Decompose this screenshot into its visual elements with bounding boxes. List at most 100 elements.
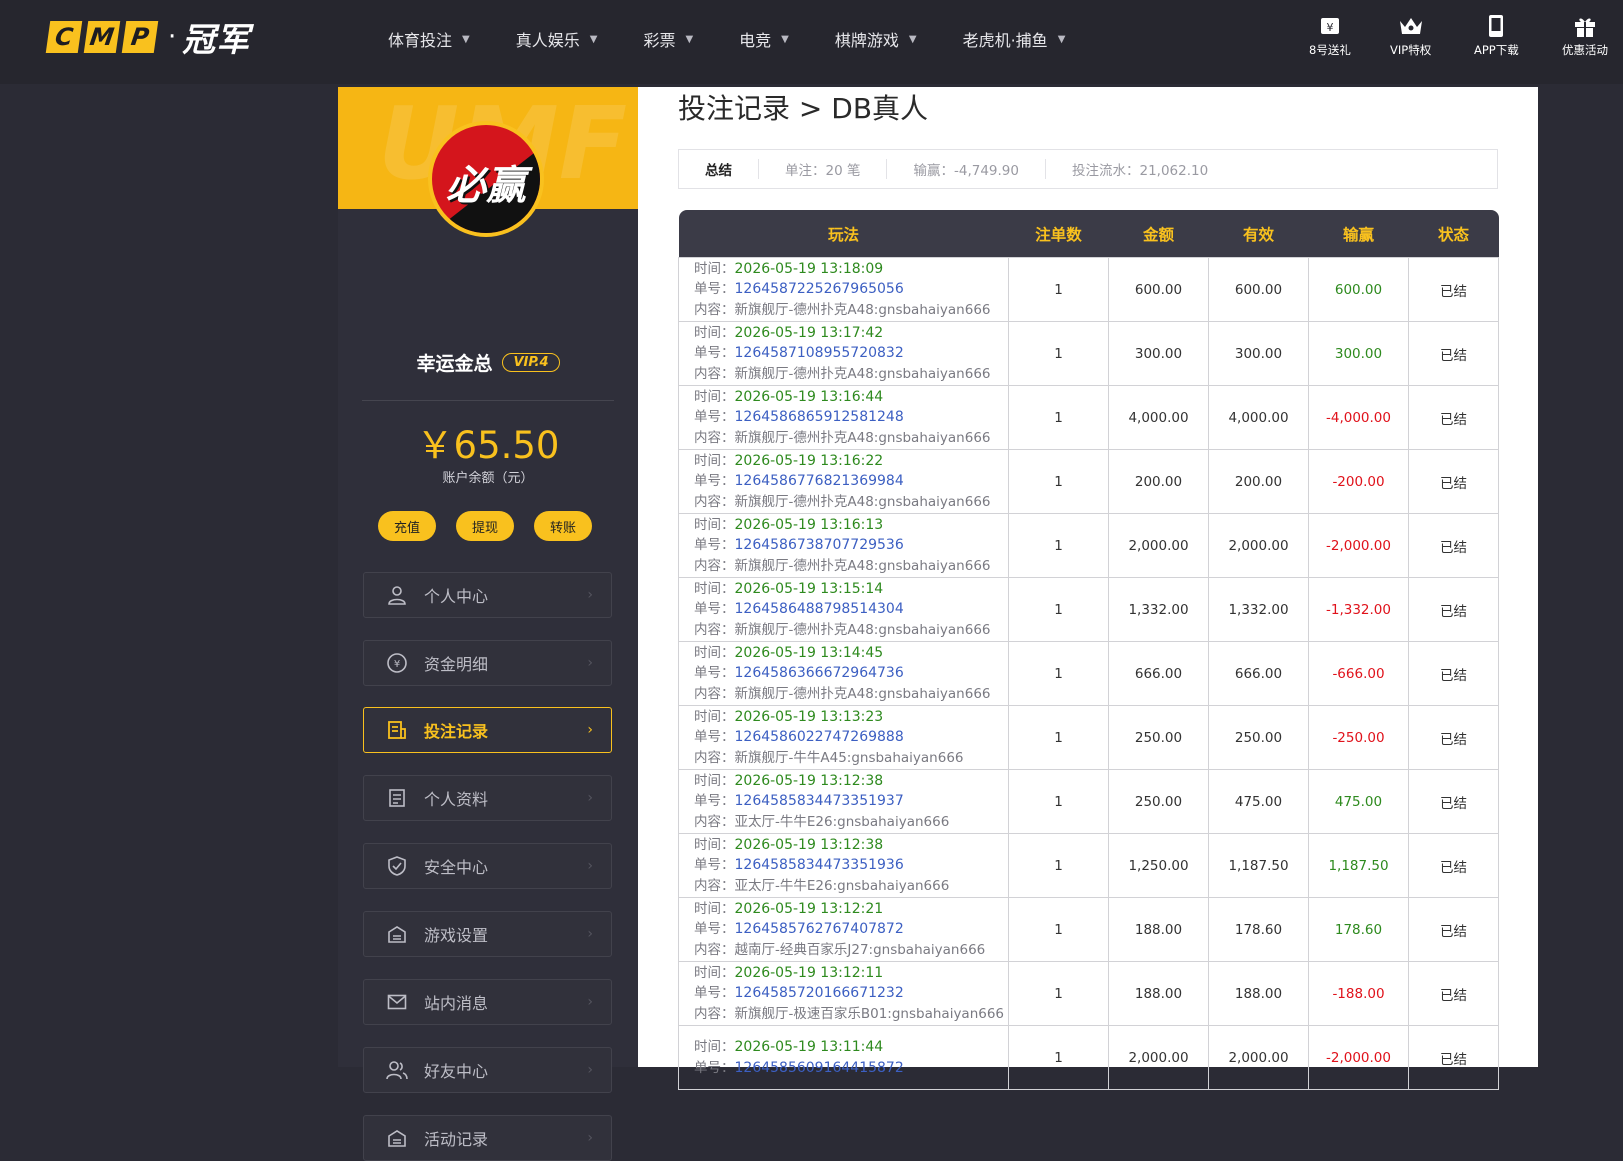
table-row: 时间：2026-05-19 13:15:14 单号：126458648879851… (678, 577, 1499, 642)
bet-info-cell: 时间：2026-05-19 13:12:38 单号：126458583447335… (678, 833, 1009, 898)
transfer-button[interactable]: 转账 (534, 511, 592, 541)
status-cell: 已结 (1408, 513, 1499, 578)
bet-time: 2026-05-19 13:12:38 (734, 772, 884, 789)
sidebar-item-friends[interactable]: 好友中心 › (363, 1047, 612, 1093)
valid-amount-cell: 178.60 (1208, 897, 1309, 962)
order-number-link[interactable]: 1264587225267965056 (735, 281, 904, 297)
order-number-link[interactable]: 1264586776821369984 (735, 473, 904, 489)
bet-content: 新旗舰厅-德州扑克A48:gnsbahaiyan666 (734, 621, 991, 638)
game-settings-icon (384, 921, 410, 947)
withdraw-button[interactable]: 提现 (456, 511, 514, 541)
nav-item-lottery[interactable]: 彩票 ▼ (643, 24, 693, 54)
chevron-down-icon: ▼ (589, 33, 598, 45)
nav-item-esports[interactable]: 电竞 ▼ (739, 24, 789, 54)
order-number-link[interactable]: 1264585834473351936 (735, 857, 904, 873)
content-label: 内容： (694, 365, 735, 382)
order-number-link[interactable]: 1264585609164415872 (735, 1060, 904, 1076)
quick-promotions[interactable]: 优惠活动 (1562, 14, 1608, 58)
sidebar-item-label: 站内消息 (424, 994, 489, 1013)
order-number-link[interactable]: 1264586366672964736 (735, 665, 904, 681)
quick-vip[interactable]: VIP特权 (1390, 14, 1431, 58)
avatar[interactable]: 必赢 (428, 121, 544, 237)
sidebar-item-activity-records[interactable]: 活动记录 › (363, 1115, 612, 1161)
sidebar-item-personal-center[interactable]: 个人中心 › (363, 572, 612, 618)
bet-count-cell: 1 (1008, 833, 1109, 898)
avatar-text: 必赢 (446, 163, 526, 209)
time-label: 时间： (694, 260, 735, 277)
bet-info-cell: 时间：2026-05-19 13:12:11 单号：126458572016667… (678, 961, 1009, 1026)
valid-amount-cell: 475.00 (1208, 769, 1309, 834)
chevron-down-icon: ▼ (685, 33, 694, 45)
order-number-link[interactable]: 1264585720166671232 (735, 985, 904, 1001)
sidebar-item-security-center[interactable]: 安全中心 › (363, 843, 612, 889)
sidebar-item-bet-records[interactable]: 投注记录 › (363, 707, 612, 753)
sidebar-divider (362, 400, 614, 401)
bet-amount-cell: 200.00 (1108, 449, 1209, 514)
bet-info-cell: 时间：2026-05-19 13:15:14 单号：126458648879851… (678, 577, 1009, 642)
order-number-link[interactable]: 1264585834473351937 (735, 793, 904, 809)
sidebar-item-fund-details[interactable]: ¥ 资金明细 › (363, 640, 612, 686)
order-number-link[interactable]: 1264586865912581248 (735, 409, 904, 425)
sidebar-item-messages[interactable]: 站内消息 › (363, 979, 612, 1025)
order-number-link[interactable]: 1264587108955720832 (735, 345, 904, 361)
bet-count-cell: 1 (1008, 385, 1109, 450)
win-loss-cell: 1,187.50 (1308, 833, 1409, 898)
bet-info-cell: 时间：2026-05-19 13:16:22 单号：126458677682136… (678, 449, 1009, 514)
sidebar-item-game-settings[interactable]: 游戏设置 › (363, 911, 612, 957)
logo-letter: P (121, 21, 159, 53)
svg-text:¥: ¥ (1326, 21, 1333, 34)
nav-item-card-games[interactable]: 棋牌游戏 ▼ (835, 24, 917, 54)
bet-amount-cell: 250.00 (1108, 705, 1209, 770)
time-label: 时间： (694, 900, 735, 917)
main-nav: 体育投注 ▼ 真人娱乐 ▼ 彩票 ▼ 电竞 ▼ 棋牌游戏 ▼ 老虎机·捕鱼 ▼ (388, 24, 1111, 54)
bet-time: 2026-05-19 13:11:44 (734, 1039, 884, 1055)
sidebar-item-profile[interactable]: 个人资料 › (363, 775, 612, 821)
time-label: 时间： (694, 708, 735, 725)
username: 幸运金总 (416, 353, 493, 375)
time-label: 时间： (694, 580, 735, 597)
nav-item-sports[interactable]: 体育投注 ▼ (388, 24, 470, 54)
valid-amount-cell: 1,332.00 (1208, 577, 1309, 642)
bet-count-cell: 1 (1008, 257, 1109, 322)
sidebar-item-label: 安全中心 (424, 858, 489, 877)
order-label: 单号： (694, 281, 735, 298)
logo-dot: · (168, 22, 177, 52)
quick-label: VIP特权 (1390, 43, 1432, 57)
order-number-link[interactable]: 1264586022747269888 (735, 729, 904, 745)
content-label: 内容： (694, 301, 735, 318)
valid-amount-cell: 2,000.00 (1208, 513, 1309, 578)
win-loss-cell: -4,000.00 (1308, 385, 1409, 450)
bet-amount-cell: 4,000.00 (1108, 385, 1209, 450)
valid-amount-cell: 2,000.00 (1208, 1025, 1309, 1090)
order-label: 单号： (694, 985, 735, 1002)
bet-time: 2026-05-19 13:14:45 (734, 644, 884, 661)
order-number-link[interactable]: 1264585762767407872 (735, 921, 904, 937)
bet-info-cell: 时间：2026-05-19 13:12:21 单号：126458576276740… (678, 897, 1009, 962)
status-cell: 已结 (1408, 385, 1499, 450)
bet-amount-cell: 300.00 (1108, 321, 1209, 386)
bet-amount-cell: 1,250.00 (1108, 833, 1209, 898)
sidebar-item-label: 资金明细 (424, 655, 489, 674)
bet-time: 2026-05-19 13:18:09 (734, 260, 884, 277)
order-number-link[interactable]: 1264586738707729536 (735, 537, 904, 553)
content-label: 内容： (694, 1005, 735, 1022)
valid-amount-cell: 250.00 (1208, 705, 1309, 770)
bet-info-cell: 时间：2026-05-19 13:16:44 单号：126458686591258… (678, 385, 1009, 450)
bet-content: 新旗舰厅-德州扑克A48:gnsbahaiyan666 (734, 365, 991, 382)
quick-gift-8[interactable]: ¥ 8号送礼 (1309, 14, 1351, 58)
win-loss-cell: -188.00 (1308, 961, 1409, 1026)
site-logo[interactable]: C M P · 冠军 (45, 18, 250, 59)
win-loss-cell: -200.00 (1308, 449, 1409, 514)
order-label: 单号： (694, 537, 735, 554)
bet-time: 2026-05-19 13:12:38 (734, 836, 884, 853)
nav-item-live-casino[interactable]: 真人娱乐 ▼ (516, 24, 598, 54)
deposit-button[interactable]: 充值 (378, 511, 436, 541)
quick-app-download[interactable]: APP下载 (1474, 14, 1519, 58)
status-cell: 已结 (1408, 449, 1499, 514)
vip-badge[interactable]: VIP.4 (502, 353, 560, 372)
nav-item-slots-fishing[interactable]: 老虎机·捕鱼 ▼ (963, 24, 1066, 54)
bet-amount-cell: 188.00 (1108, 897, 1209, 962)
main-content: 投注记录 > DB真人 总结 单注：20 笔 输赢：-4,749.90 投注流水… (638, 87, 1538, 1090)
order-number-link[interactable]: 1264586488798514304 (735, 601, 904, 617)
bet-content: 亚太厅-牛牛E26:gnsbahaiyan666 (734, 813, 950, 830)
